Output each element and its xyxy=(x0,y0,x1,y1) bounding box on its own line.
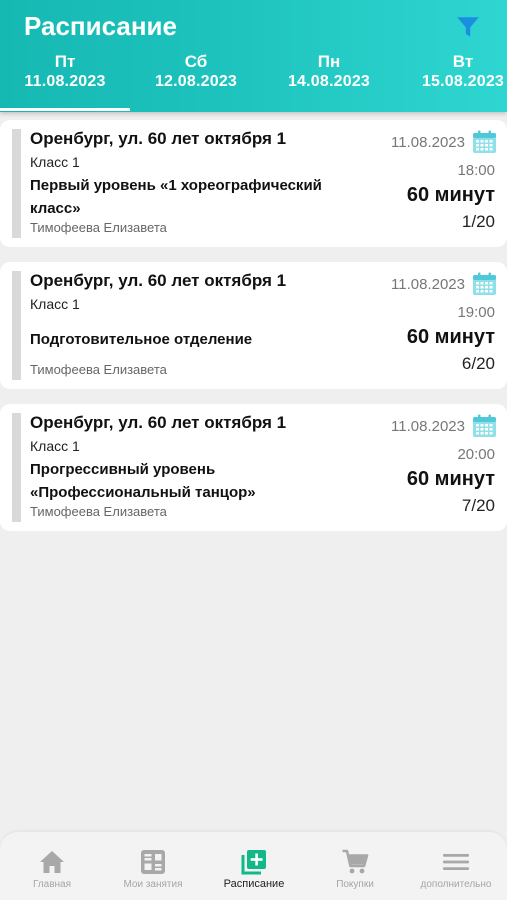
tab-date: 15.08.2023 xyxy=(421,73,505,90)
schedule-add-icon xyxy=(241,850,266,875)
page-title: Расписание xyxy=(24,11,177,41)
lesson-place: Оренбург, ул. 60 лет октября 1 xyxy=(30,271,287,290)
tab-day-name: Пт xyxy=(54,52,76,71)
nav-home-label: Главная xyxy=(32,879,72,890)
lesson-teacher: Тимофеева Елизавета xyxy=(30,220,167,235)
lesson-date: 11.08.2023 xyxy=(391,276,465,293)
tab-date: 11.08.2023 xyxy=(24,73,106,90)
tab-date: 14.08.2023 xyxy=(287,73,371,90)
nav-my-lessons[interactable]: Мои занятия xyxy=(103,832,203,900)
lesson-seats: 1/20 xyxy=(461,212,495,231)
card-stripe xyxy=(12,129,21,238)
lesson-duration: 60 минут xyxy=(406,326,495,348)
lesson-time: 20:00 xyxy=(457,446,495,463)
calendar-icon[interactable] xyxy=(472,272,497,296)
lesson-duration: 60 минут xyxy=(406,468,495,490)
menu-icon xyxy=(443,854,469,870)
nav-more-label: дополнительно xyxy=(420,879,492,890)
tab-day-name: Вт xyxy=(452,52,474,71)
lesson-duration: 60 минут xyxy=(406,184,495,206)
tab-day-name: Сб xyxy=(184,52,208,71)
filter-icon[interactable] xyxy=(455,14,481,40)
calendar-icon[interactable] xyxy=(472,414,497,438)
nav-home[interactable]: Главная xyxy=(2,832,102,900)
tab-date: 12.08.2023 xyxy=(154,73,238,90)
app-header: Расписание Пт 11.08.2023 Сб 12.08.2023 П… xyxy=(0,0,507,112)
lesson-seats: 7/20 xyxy=(461,496,495,515)
nav-more[interactable]: дополнительно xyxy=(406,832,506,900)
calendar-icon[interactable] xyxy=(472,130,497,154)
my-lessons-icon xyxy=(141,850,165,874)
lesson-card[interactable]: Оренбург, ул. 60 лет октября 1 Класс 1 П… xyxy=(0,262,507,389)
tab-day-4[interactable]: Вт 15.08.2023 xyxy=(398,52,507,92)
lesson-card[interactable]: Оренбург, ул. 60 лет октября 1 Класс 1 П… xyxy=(0,120,507,247)
lesson-time: 18:00 xyxy=(457,162,495,179)
nav-schedule-label: Расписание xyxy=(223,878,285,890)
lesson-class: Класс 1 xyxy=(30,438,80,454)
home-icon xyxy=(40,851,64,873)
lesson-class: Класс 1 xyxy=(30,296,80,312)
date-tabs: Пт 11.08.2023 Сб 12.08.2023 Пн 14.08.202… xyxy=(0,52,507,112)
lesson-seats: 6/20 xyxy=(461,354,495,373)
lesson-title: Подготовительное отделение xyxy=(30,331,253,348)
lesson-class: Класс 1 xyxy=(30,154,80,170)
tab-day-3[interactable]: Пн 14.08.2023 xyxy=(264,52,394,92)
lesson-teacher: Тимофеева Елизавета xyxy=(30,362,167,377)
lesson-teacher: Тимофеева Елизавета xyxy=(30,504,167,519)
lesson-date: 11.08.2023 xyxy=(391,134,465,151)
nav-purchases-label: Покупки xyxy=(336,879,374,890)
bottom-navigation: Главная Мои занятия Расписание Покупки д… xyxy=(0,832,507,900)
lesson-place: Оренбург, ул. 60 лет октября 1 xyxy=(30,129,287,148)
lesson-date: 11.08.2023 xyxy=(391,418,465,435)
tab-day-name: Пн xyxy=(317,52,341,71)
tab-day-2[interactable]: Сб 12.08.2023 xyxy=(131,52,261,92)
lesson-card[interactable]: Оренбург, ул. 60 лет октября 1 Класс 1 П… xyxy=(0,404,507,531)
cart-icon xyxy=(342,849,369,874)
lesson-place: Оренбург, ул. 60 лет октября 1 xyxy=(30,413,287,432)
lesson-time: 19:00 xyxy=(457,304,495,321)
tab-day-1[interactable]: Пт 11.08.2023 xyxy=(0,52,130,92)
nav-schedule[interactable]: Расписание xyxy=(204,832,304,900)
nav-purchases[interactable]: Покупки xyxy=(305,832,405,900)
lesson-title: Прогрессивный уровень «Профессиональный … xyxy=(30,461,256,501)
lesson-title: Первый уровень «1 хореографический класс… xyxy=(30,177,322,217)
nav-my-lessons-label: Мои занятия xyxy=(123,879,183,890)
card-stripe xyxy=(12,271,21,380)
card-stripe xyxy=(12,413,21,522)
selected-tab-indicator xyxy=(0,108,130,111)
